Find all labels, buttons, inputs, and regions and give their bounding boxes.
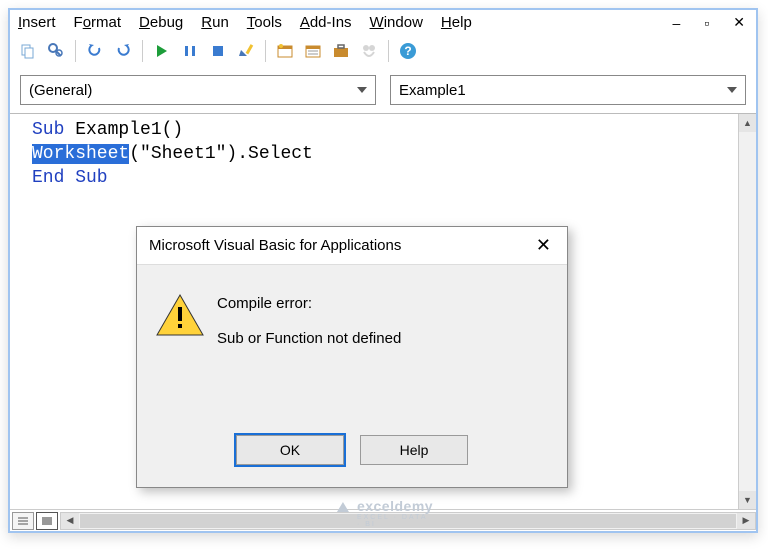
dialog-error-line1: Compile error: bbox=[217, 293, 551, 314]
vertical-scrollbar[interactable]: ▲ ▼ bbox=[738, 114, 756, 509]
break-icon[interactable] bbox=[178, 39, 202, 63]
code-text: Example1() bbox=[64, 120, 183, 140]
mdi-minimize-icon[interactable]: – bbox=[670, 15, 684, 31]
code-highlight: Worksheet bbox=[32, 144, 129, 164]
scroll-thumb[interactable] bbox=[80, 514, 736, 528]
menu-insert[interactable]: Insert bbox=[18, 14, 56, 31]
menu-run[interactable]: Run bbox=[201, 14, 229, 31]
procedure-view-button[interactable] bbox=[12, 512, 34, 530]
properties-icon[interactable] bbox=[301, 39, 325, 63]
dialog-title: Microsoft Visual Basic for Applications bbox=[149, 237, 401, 254]
toolbox-icon[interactable] bbox=[329, 39, 353, 63]
menu-help[interactable]: Help bbox=[441, 14, 472, 31]
menu-debug[interactable]: Debug bbox=[139, 14, 183, 31]
scroll-right-icon[interactable]: ▶ bbox=[737, 513, 755, 529]
chevron-down-icon bbox=[357, 87, 367, 93]
dialog-error-line2: Sub or Function not defined bbox=[217, 328, 551, 349]
menu-addins[interactable]: Add-Ins bbox=[300, 14, 352, 31]
object-browser-icon[interactable] bbox=[357, 39, 381, 63]
scroll-left-icon[interactable]: ◀ bbox=[61, 513, 79, 529]
help-button[interactable]: Help bbox=[360, 435, 468, 465]
dialog-buttons: OK Help bbox=[137, 435, 567, 487]
vbe-window: Insert Format Debug Run Tools Add-Ins Wi… bbox=[8, 8, 758, 533]
code-keyword: End Sub bbox=[32, 168, 108, 188]
view-toggle-row: ◀ ▶ bbox=[10, 509, 756, 531]
menu-bar: Insert Format Debug Run Tools Add-Ins Wi… bbox=[10, 10, 756, 35]
dialog-message: Compile error: Sub or Function not defin… bbox=[211, 293, 551, 435]
close-icon[interactable]: ✕ bbox=[532, 235, 555, 256]
undo-icon[interactable] bbox=[83, 39, 107, 63]
object-dropdown[interactable]: (General) bbox=[20, 75, 376, 105]
object-dropdown-value: (General) bbox=[29, 82, 92, 99]
procedure-dropdown-value: Example1 bbox=[399, 82, 466, 99]
dialog-titlebar[interactable]: Microsoft Visual Basic for Applications … bbox=[137, 227, 567, 265]
scroll-down-icon[interactable]: ▼ bbox=[739, 491, 756, 509]
dropdown-row: (General) Example1 bbox=[10, 67, 756, 113]
error-dialog: Microsoft Visual Basic for Applications … bbox=[136, 226, 568, 488]
standard-toolbar: ? bbox=[10, 35, 756, 67]
chevron-down-icon bbox=[727, 87, 737, 93]
ok-button[interactable]: OK bbox=[236, 435, 344, 465]
menu-format[interactable]: Format bbox=[74, 14, 122, 31]
copy-icon[interactable] bbox=[16, 39, 40, 63]
mdi-restore-icon[interactable]: ▫ bbox=[701, 15, 712, 31]
svg-text:?: ? bbox=[404, 44, 411, 58]
horizontal-scrollbar[interactable]: ◀ ▶ bbox=[60, 512, 756, 530]
menu-window[interactable]: Window bbox=[370, 14, 423, 31]
menu-tools[interactable]: Tools bbox=[247, 14, 282, 31]
code-keyword: Sub bbox=[32, 120, 64, 140]
find-icon[interactable] bbox=[44, 39, 68, 63]
mdi-close-icon[interactable]: ✕ bbox=[730, 14, 748, 31]
reset-icon[interactable] bbox=[206, 39, 230, 63]
procedure-dropdown[interactable]: Example1 bbox=[390, 75, 746, 105]
project-explorer-icon[interactable] bbox=[273, 39, 297, 63]
run-icon[interactable] bbox=[150, 39, 174, 63]
warning-icon bbox=[155, 293, 211, 435]
code-text: ("Sheet1").Select bbox=[129, 144, 313, 164]
redo-icon[interactable] bbox=[111, 39, 135, 63]
full-module-view-button[interactable] bbox=[36, 512, 58, 530]
scroll-up-icon[interactable]: ▲ bbox=[739, 114, 756, 132]
help-icon[interactable]: ? bbox=[396, 39, 420, 63]
design-mode-icon[interactable] bbox=[234, 39, 258, 63]
